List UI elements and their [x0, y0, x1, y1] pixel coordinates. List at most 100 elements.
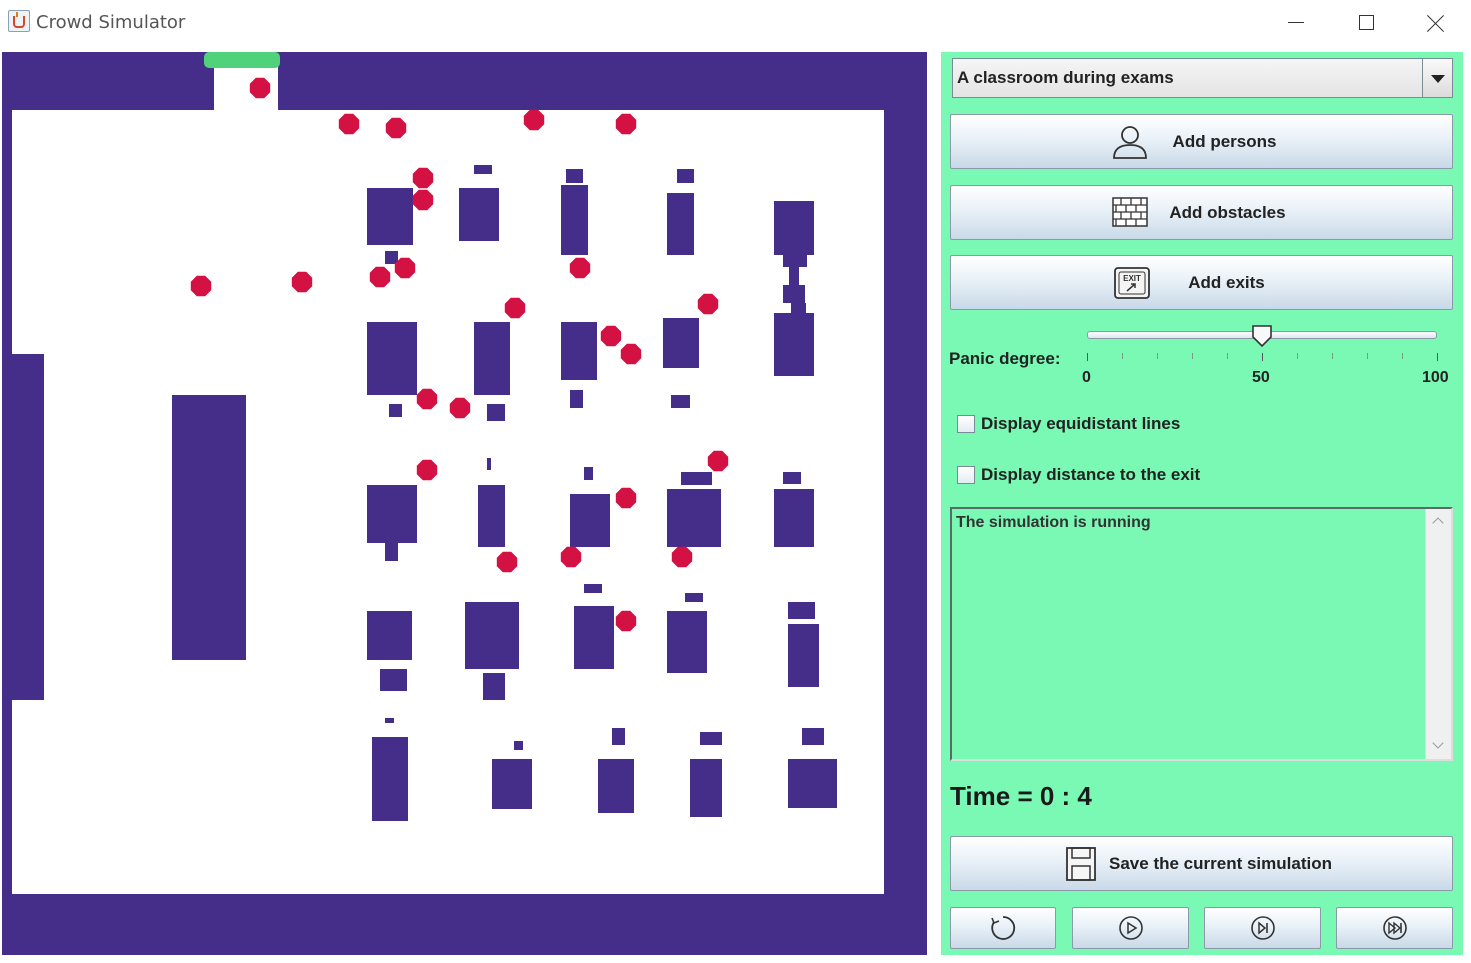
step-forward-button[interactable]	[1204, 907, 1321, 949]
maximize-button[interactable]	[1336, 0, 1396, 45]
exit-sign-icon: EXIT	[1114, 267, 1150, 299]
play-button[interactable]	[1072, 907, 1189, 949]
obstacle	[385, 718, 394, 723]
simulation-map	[2, 52, 927, 955]
checkbox-box[interactable]	[957, 466, 975, 484]
person-icon	[1113, 126, 1147, 159]
slider-tick	[1192, 353, 1193, 359]
obstacle	[367, 485, 417, 543]
person	[416, 459, 438, 481]
log-text: The simulation is running	[956, 514, 1151, 531]
floppy-disk-icon	[1066, 847, 1096, 881]
slider-tick	[1087, 353, 1088, 361]
slider-tick	[1332, 353, 1333, 359]
scenario-select[interactable]: A classroom during exams	[952, 58, 1453, 98]
obstacle	[514, 741, 523, 750]
exit-door	[204, 52, 280, 68]
obstacle	[774, 489, 814, 547]
slider-tick	[1437, 353, 1438, 361]
slider-tick	[1122, 353, 1123, 359]
person	[615, 610, 637, 632]
tick-label-mid: 50	[1252, 369, 1270, 386]
slider-tick	[1402, 353, 1403, 359]
obstacle	[791, 303, 806, 313]
person	[338, 113, 360, 135]
person	[560, 546, 582, 568]
distance-to-exit-checkbox[interactable]: Display distance to the exit	[957, 464, 1200, 486]
add-persons-button[interactable]: Add persons	[950, 114, 1453, 169]
scroll-up-icon[interactable]	[1432, 517, 1444, 529]
obstacle	[612, 728, 625, 745]
obstacle	[487, 458, 491, 470]
obstacle	[584, 467, 593, 480]
obstacle	[367, 611, 412, 660]
add-persons-label: Add persons	[1172, 131, 1277, 151]
wall-segment	[2, 52, 12, 955]
obstacle	[671, 395, 690, 408]
person	[369, 266, 391, 288]
chevron-down-icon[interactable]	[1422, 59, 1452, 97]
obstacle	[681, 472, 712, 485]
obstacle	[788, 624, 819, 687]
minimize-button[interactable]	[1266, 0, 1326, 45]
obstacle	[690, 759, 722, 817]
save-simulation-button[interactable]: Save the current simulation	[950, 836, 1453, 891]
reset-icon	[991, 916, 1016, 940]
obstacle	[667, 489, 721, 547]
obstacle	[478, 485, 505, 547]
obstacle	[474, 165, 492, 174]
distance-to-exit-label: Display distance to the exit	[981, 465, 1201, 484]
obstacle	[570, 390, 583, 408]
play-icon	[1118, 916, 1143, 940]
scroll-down-icon[interactable]	[1432, 737, 1444, 749]
obstacle	[566, 169, 583, 183]
simulation-canvas[interactable]	[2, 52, 927, 955]
log-textarea[interactable]: The simulation is running	[950, 507, 1453, 761]
obstacle	[385, 543, 398, 561]
obstacle	[700, 732, 722, 745]
person	[412, 167, 434, 189]
slider-tick	[1227, 353, 1228, 359]
obstacle	[667, 193, 694, 255]
person	[496, 551, 518, 573]
window-title: Crowd Simulator	[36, 12, 186, 33]
person	[394, 257, 416, 279]
tick-label-max: 100	[1422, 369, 1449, 386]
obstacle	[783, 285, 805, 303]
person	[671, 546, 693, 568]
obstacle	[389, 404, 402, 417]
obstacle	[459, 188, 499, 241]
fast-forward-button[interactable]	[1336, 907, 1453, 949]
close-button[interactable]	[1406, 0, 1466, 45]
reset-button[interactable]	[950, 907, 1056, 949]
add-exits-button[interactable]: EXIT Add exits	[950, 255, 1453, 310]
obstacle	[561, 322, 597, 380]
save-simulation-label: Save the current simulation	[1109, 853, 1332, 873]
obstacle	[783, 255, 807, 267]
obstacle	[774, 201, 814, 255]
obstacle	[570, 494, 610, 547]
obstacle	[465, 602, 519, 669]
obstacle	[783, 472, 801, 484]
equidistant-lines-checkbox[interactable]: Display equidistant lines	[957, 413, 1180, 435]
person	[569, 257, 591, 279]
room-floor	[2, 56, 884, 894]
tick-label-min: 0	[1082, 369, 1091, 386]
panic-slider-thumb[interactable]	[1251, 324, 1273, 348]
obstacle	[584, 584, 602, 593]
obstacle	[380, 669, 407, 691]
maximize-icon	[1358, 15, 1374, 30]
add-obstacles-label: Add obstacles	[1169, 202, 1286, 222]
checkbox-box[interactable]	[957, 415, 975, 433]
equidistant-lines-label: Display equidistant lines	[981, 414, 1181, 433]
person	[412, 189, 434, 211]
log-scrollbar[interactable]	[1425, 509, 1451, 759]
obstacle	[677, 169, 694, 183]
add-obstacles-button[interactable]: Add obstacles	[950, 185, 1453, 240]
close-icon	[1427, 14, 1445, 32]
obstacle	[685, 593, 703, 602]
person	[291, 271, 313, 293]
obstacle	[492, 759, 532, 809]
slider-tick	[1297, 353, 1298, 359]
person	[620, 343, 642, 365]
